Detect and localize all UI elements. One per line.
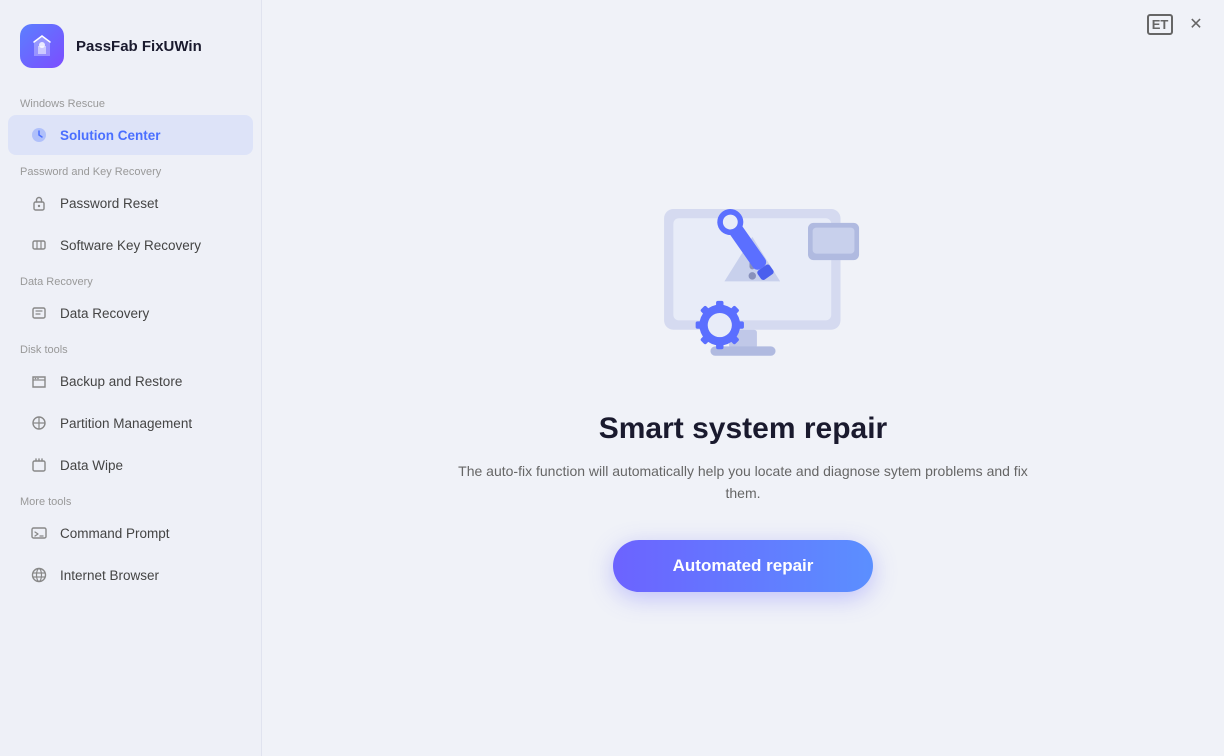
password-reset-icon bbox=[28, 192, 50, 214]
disk-tools-label: Disk tools bbox=[0, 334, 261, 360]
data-recovery-icon bbox=[28, 302, 50, 324]
password-reset-label: Password Reset bbox=[60, 196, 158, 211]
sidebar-item-partition[interactable]: Partition Management bbox=[8, 403, 253, 443]
more-tools-label: More tools bbox=[0, 486, 261, 512]
automated-repair-button[interactable]: Automated repair bbox=[613, 540, 874, 592]
password-key-label: Password and Key Recovery bbox=[0, 156, 261, 182]
partition-icon bbox=[28, 412, 50, 434]
sidebar-item-data-recovery[interactable]: Data Recovery bbox=[8, 293, 253, 333]
hero-illustration bbox=[613, 164, 873, 384]
app-header: PassFab FixUWin bbox=[0, 0, 261, 88]
sidebar-item-password-reset[interactable]: Password Reset bbox=[8, 183, 253, 223]
backup-restore-label: Backup and Restore bbox=[60, 374, 182, 389]
data-recovery-label: Data Recovery bbox=[60, 306, 149, 321]
title-bar: ET ✕ bbox=[1132, 0, 1224, 48]
solution-center-label: Solution Center bbox=[60, 128, 161, 143]
sidebar-item-software-key[interactable]: Software Key Recovery bbox=[8, 225, 253, 265]
internet-browser-label: Internet Browser bbox=[60, 568, 159, 583]
sidebar-item-data-wipe[interactable]: Data Wipe bbox=[8, 445, 253, 485]
main-title: Smart system repair bbox=[599, 412, 888, 446]
main-description: The auto-fix function will automatically… bbox=[453, 460, 1033, 505]
command-prompt-label: Command Prompt bbox=[60, 526, 170, 541]
sidebar-item-command-prompt[interactable]: Command Prompt bbox=[8, 513, 253, 553]
sidebar-item-solution-center[interactable]: Solution Center bbox=[8, 115, 253, 155]
sidebar-item-internet-browser[interactable]: Internet Browser bbox=[8, 555, 253, 595]
help-button[interactable]: ET bbox=[1144, 8, 1176, 40]
sidebar-item-backup[interactable]: Backup and Restore bbox=[8, 361, 253, 401]
close-icon: ✕ bbox=[1189, 14, 1202, 34]
close-button[interactable]: ✕ bbox=[1180, 8, 1212, 40]
backup-icon bbox=[28, 370, 50, 392]
partition-mgmt-label: Partition Management bbox=[60, 416, 192, 431]
main-content: Smart system repair The auto-fix functio… bbox=[262, 0, 1224, 756]
app-title: PassFab FixUWin bbox=[76, 38, 202, 55]
internet-browser-icon bbox=[28, 564, 50, 586]
data-wipe-icon bbox=[28, 454, 50, 476]
app-logo bbox=[20, 24, 64, 68]
windows-rescue-label: Windows Rescue bbox=[0, 88, 261, 114]
software-key-icon bbox=[28, 234, 50, 256]
help-icon: ET bbox=[1147, 14, 1174, 35]
software-key-label: Software Key Recovery bbox=[60, 238, 201, 253]
app-container: PassFab FixUWin Windows Rescue Solution … bbox=[0, 0, 1224, 756]
command-prompt-icon bbox=[28, 522, 50, 544]
data-wipe-label: Data Wipe bbox=[60, 458, 123, 473]
data-recovery-section-label: Data Recovery bbox=[0, 266, 261, 292]
solution-center-icon bbox=[28, 124, 50, 146]
sidebar: PassFab FixUWin Windows Rescue Solution … bbox=[0, 0, 262, 756]
